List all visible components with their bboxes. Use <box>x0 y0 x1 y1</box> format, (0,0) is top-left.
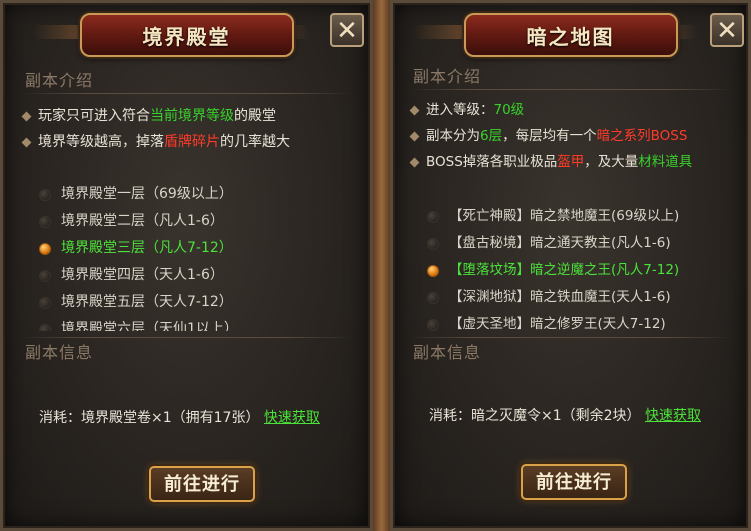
option-item[interactable]: 【深渊地狱】暗之铁血魔王(天人1-6) <box>427 284 747 311</box>
radio-icon[interactable] <box>427 318 439 331</box>
go-button[interactable]: 前往进行 <box>521 464 627 500</box>
option-label: 境界殿堂二层（凡人1-6） <box>61 213 224 229</box>
option-label: 【堕落坟场】暗之逆魔之王(凡人7-12) <box>449 262 680 278</box>
intro-text-segment: BOSS掉落各职业极品 <box>426 154 558 170</box>
intro-line: 进入等级： 70级 <box>409 97 692 123</box>
option-item[interactable]: 【死亡神殿】暗之禁地魔王(69级以上) <box>427 203 747 230</box>
floor-list: 境界殿堂一层（69级以上） 境界殿堂二层（凡人1-6） 境界殿堂三层（凡人7-12）… <box>39 181 359 331</box>
diamond-bullet-icon <box>409 105 420 115</box>
diamond-bullet-icon <box>21 137 32 147</box>
divider <box>21 337 352 338</box>
option-label: 【深渊地狱】暗之铁血魔王(天人1-6) <box>449 289 671 305</box>
intro-heading: 副本介绍 <box>413 67 482 86</box>
intro-text-segment: 的几率越大 <box>220 134 290 150</box>
radio-icon[interactable] <box>39 242 51 255</box>
intro-text-segment: 进入等级： <box>426 102 494 118</box>
option-item[interactable]: 境界殿堂四层（天人1-6） <box>39 262 359 289</box>
title-banner: 境界殿堂 <box>79 13 294 57</box>
option-item[interactable]: 境界殿堂五层（天人7-12） <box>39 289 359 316</box>
dungeon-list: 【死亡神殿】暗之禁地魔王(69级以上) 【盘古秘境】暗之通天教主(凡人1-6) 【堕… <box>427 203 747 331</box>
intro-text-segment: 70级 <box>493 102 525 118</box>
intro-text-segment: 6层 <box>480 128 503 144</box>
intro-line: BOSS掉落各职业极品 盔甲 ，及大量 材料道具 <box>409 149 692 175</box>
option-label: 境界殿堂一层（69级以上） <box>61 186 233 202</box>
option-label: 境界殿堂六层（天仙1以上） <box>61 321 238 331</box>
intro-text-segment: 境界等级越高，掉落 <box>38 134 164 150</box>
intro-text-segment: ，及大量 <box>584 154 639 170</box>
radio-icon[interactable] <box>39 269 51 282</box>
radio-icon[interactable] <box>427 291 439 304</box>
intro-line: 境界等级越高，掉落 盾牌碎片 的几率越大 <box>21 129 290 155</box>
intro-text-segment: 副本分为 <box>426 128 480 144</box>
option-item[interactable]: 境界殿堂三层（凡人7-12） <box>39 235 359 262</box>
diamond-bullet-icon <box>409 131 420 141</box>
close-button[interactable]: ✕ <box>330 13 364 47</box>
radio-icon[interactable] <box>427 237 439 250</box>
intro-line: 副本分为 6层 ，每层均有一个 暗之系列BOSS <box>409 123 692 149</box>
realm-hall-panel: 境界殿堂 ✕ 副本介绍 玩家只可进入符合 当前境界等级 的殿堂 境界等级越高，掉落 盾牌… <box>0 0 373 531</box>
intro-text-segment: 玩家只可进入符合 <box>38 108 150 124</box>
option-item[interactable]: 【堕落坟场】暗之逆魔之王(凡人7-12) <box>427 257 747 284</box>
option-item[interactable]: 境界殿堂一层（69级以上） <box>39 181 359 208</box>
intro-heading: 副本介绍 <box>25 71 94 90</box>
diamond-bullet-icon <box>409 157 420 167</box>
panel-separator <box>373 0 390 531</box>
intro-text-segment: 暗之系列BOSS <box>596 128 688 144</box>
dark-map-panel: 暗之地图 ✕ 副本介绍 进入等级： 70级 副本分为 6层 ，每层均有一个 暗之系列BOS… <box>390 0 751 531</box>
radio-icon[interactable] <box>39 323 51 331</box>
divider <box>21 93 352 94</box>
radio-icon[interactable] <box>427 264 439 277</box>
option-label: 【盘古秘境】暗之通天教主(凡人1-6) <box>449 235 671 251</box>
option-label: 【死亡神殿】暗之禁地魔王(69级以上) <box>449 208 680 224</box>
divider <box>409 337 732 338</box>
info-heading: 副本信息 <box>25 343 94 362</box>
intro-text-segment: 盔甲 <box>557 154 585 170</box>
go-button[interactable]: 前往进行 <box>149 466 255 502</box>
option-label: 境界殿堂三层（凡人7-12） <box>61 240 233 256</box>
radio-icon[interactable] <box>39 188 51 201</box>
option-label: 境界殿堂五层（天人7-12） <box>61 294 233 310</box>
radio-icon[interactable] <box>427 210 439 223</box>
intro-text-segment: 的殿堂 <box>234 108 276 124</box>
intro-list: 进入等级： 70级 副本分为 6层 ，每层均有一个 暗之系列BOSS BOSS掉落各职业极品… <box>409 97 692 175</box>
radio-icon[interactable] <box>39 296 51 309</box>
panel-title: 境界殿堂 <box>142 24 231 49</box>
diamond-bullet-icon <box>21 111 32 121</box>
intro-text-segment: 材料道具 <box>638 154 693 170</box>
cost-line: 消耗：暗之灭魔令×1（剩余2块） 快速获取 <box>429 405 701 425</box>
intro-text-segment: 当前境界等级 <box>150 108 234 124</box>
option-item[interactable]: 境界殿堂六层（天仙1以上） <box>39 316 359 331</box>
panel-title: 暗之地图 <box>526 24 615 49</box>
cost-text: 消耗：暗之灭魔令×1（剩余2块） <box>429 408 641 424</box>
cost-text: 消耗：境界殿堂卷×1（拥有17张） <box>39 410 260 426</box>
intro-text-segment: ，每层均有一个 <box>502 128 597 144</box>
close-button[interactable]: ✕ <box>710 13 744 47</box>
quick-get-link[interactable]: 快速获取 <box>264 410 320 426</box>
intro-list: 玩家只可进入符合 当前境界等级 的殿堂 境界等级越高，掉落 盾牌碎片 的几率越大 <box>21 103 290 155</box>
title-banner: 暗之地图 <box>463 13 678 57</box>
info-heading: 副本信息 <box>413 343 482 362</box>
option-label: 【虚天圣地】暗之修罗王(天人7-12) <box>449 316 666 331</box>
option-item[interactable]: 【虚天圣地】暗之修罗王(天人7-12) <box>427 311 747 331</box>
divider <box>409 89 732 90</box>
option-item[interactable]: 【盘古秘境】暗之通天教主(凡人1-6) <box>427 230 747 257</box>
radio-icon[interactable] <box>39 215 51 228</box>
intro-text-segment: 盾牌碎片 <box>164 134 220 150</box>
option-item[interactable]: 境界殿堂二层（凡人1-6） <box>39 208 359 235</box>
quick-get-link[interactable]: 快速获取 <box>645 408 701 424</box>
option-label: 境界殿堂四层（天人1-6） <box>61 267 224 283</box>
cost-line: 消耗：境界殿堂卷×1（拥有17张） 快速获取 <box>39 407 320 427</box>
intro-line: 玩家只可进入符合 当前境界等级 的殿堂 <box>21 103 290 129</box>
